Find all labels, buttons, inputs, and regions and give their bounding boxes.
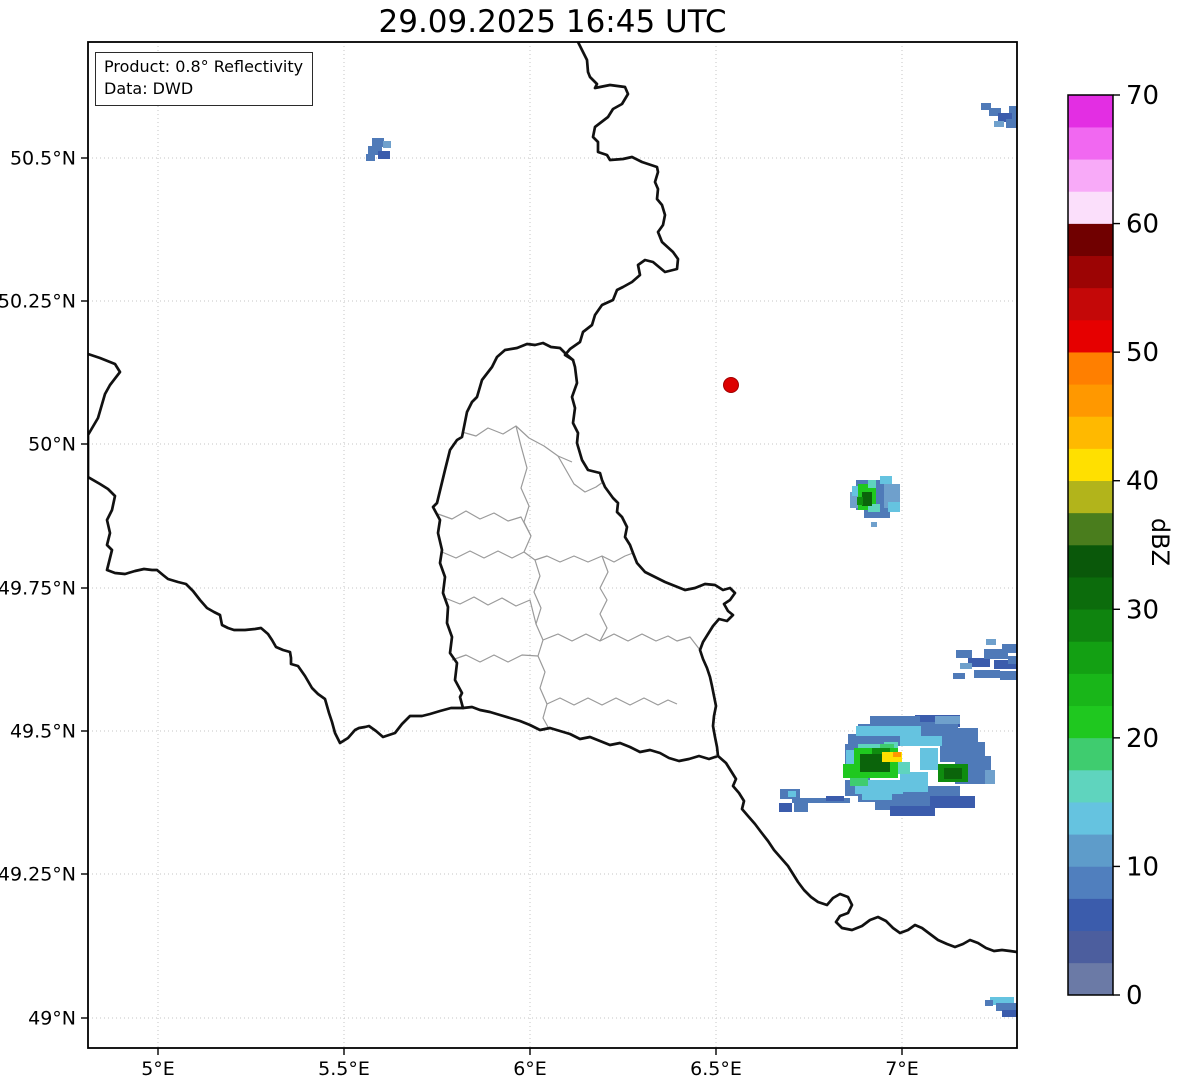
x-tick-label: 6.5°E — [690, 1058, 742, 1080]
radar-figure: 29.09.2025 16:45 UTC Product: 0.8° Refle… — [0, 0, 1202, 1081]
colorbar-segment — [1068, 319, 1113, 353]
radar-echo-cell — [996, 1003, 1017, 1011]
product-info-line2: Data: DWD — [104, 79, 194, 99]
radar-echo-cell — [383, 141, 391, 148]
colorbar-segment — [1068, 801, 1113, 835]
y-tick-label: 49.75°N — [0, 578, 76, 600]
y-tick-label: 49°N — [28, 1008, 76, 1030]
colorbar-segment — [1068, 962, 1113, 996]
radar-echo-cell — [857, 497, 863, 505]
colorbar-segment — [1068, 255, 1113, 289]
colorbar-tick-label: 30 — [1126, 595, 1159, 625]
radar-echo-cell — [930, 796, 975, 808]
radar-echo-cell — [1002, 644, 1017, 653]
radar-echo-cell — [868, 480, 876, 488]
radar-echo-cell — [880, 476, 892, 484]
y-tick-label: 49.25°N — [0, 864, 76, 886]
colorbar-tick-label: 40 — [1126, 467, 1159, 497]
colorbar-segment — [1068, 898, 1113, 932]
colorbar-segment — [1068, 383, 1113, 417]
radar-echo-cell — [862, 792, 892, 800]
radar-echo-cell — [900, 772, 928, 792]
colorbar-segment — [1068, 833, 1113, 867]
colorbar-segment — [1068, 126, 1113, 160]
radar-echo-cell — [985, 770, 995, 784]
colorbar-tick-label: 50 — [1126, 338, 1159, 368]
colorbar-segment — [1068, 158, 1113, 192]
plot-background — [88, 42, 1017, 1048]
y-tick-label: 50.5°N — [10, 148, 76, 170]
colorbar-segment — [1068, 223, 1113, 257]
colorbar-segment — [1068, 641, 1113, 674]
radar-echo-cell — [372, 138, 384, 147]
colorbar-segment — [1068, 576, 1113, 610]
radar-echo-cell — [960, 663, 972, 669]
map-canvas: 5°E 5.5°E 6°E 6.5°E 7°E 50.5°N 50.25°N 50°N 49.7… — [0, 41, 1159, 1080]
colorbar-segment — [1068, 608, 1113, 642]
colorbar-segment — [1068, 416, 1113, 449]
colorbar-segment — [1068, 94, 1113, 128]
radar-echo-cell — [378, 151, 390, 159]
colorbar-segment — [1068, 191, 1113, 224]
colorbar-segment — [1068, 769, 1113, 803]
radar-echo-cell — [985, 1000, 993, 1006]
radar-echo-cell — [871, 522, 877, 527]
radar-echo-cell — [856, 726, 921, 736]
radar-echo-cell — [994, 121, 1004, 127]
radar-echo-cell — [888, 502, 900, 512]
colorbar-segment — [1068, 705, 1113, 739]
x-tick-label: 6°E — [513, 1058, 547, 1080]
radar-echo-cell — [779, 803, 792, 812]
y-tick-label: 50°N — [28, 434, 76, 456]
radar-echo-cell — [956, 650, 972, 658]
colorbar-segment — [1068, 930, 1113, 964]
colorbar-segment — [1068, 351, 1113, 385]
radar-echo-cell — [974, 670, 1000, 678]
colorbar-tick-label: 60 — [1126, 210, 1159, 240]
radar-site-dot — [723, 377, 739, 393]
y-tick-label: 50.25°N — [0, 291, 76, 313]
radar-echo-cell — [826, 796, 844, 801]
y-tick-label: 49.5°N — [10, 721, 76, 743]
colorbar-tick-label: 20 — [1126, 724, 1159, 754]
radar-echo-cell — [1006, 119, 1017, 128]
x-tick-label: 7°E — [885, 1058, 919, 1080]
colorbar-segment — [1068, 737, 1113, 771]
radar-echo-cell — [1008, 656, 1017, 664]
radar-echo-cell — [794, 800, 808, 812]
product-info-box: Product: 0.8° Reflectivity Data: DWD — [95, 52, 314, 107]
radar-echo-cell — [843, 764, 859, 778]
colorbar-segment — [1068, 287, 1113, 321]
radar-echo-cell — [986, 639, 996, 645]
radar-echo-cell — [944, 768, 962, 779]
radar-echo-cell — [1000, 671, 1017, 680]
radar-echo-cell — [920, 748, 938, 770]
radar-echo-cell — [893, 752, 901, 757]
colorbar-segment — [1068, 512, 1113, 546]
radar-echo-cell — [862, 492, 872, 506]
colorbar-tick-label: 10 — [1126, 852, 1159, 882]
x-tick-label: 5.5°E — [318, 1058, 370, 1080]
colorbar-segment — [1068, 544, 1113, 578]
colorbar-segment — [1068, 866, 1113, 899]
colorbar-segment — [1068, 673, 1113, 707]
radar-echo-cell — [900, 736, 942, 746]
x-tick-label: 5°E — [141, 1058, 175, 1080]
radar-echo-cell — [1002, 1010, 1017, 1017]
radar-echo-cell — [935, 716, 960, 724]
radar-echo-cell — [890, 806, 935, 816]
colorbar-segment — [1068, 448, 1113, 482]
colorbar-unit-label: dBZ — [1146, 517, 1175, 567]
colorbar-segment — [1068, 480, 1113, 514]
colorbar-tick-label: 0 — [1126, 981, 1143, 1011]
colorbar-tick-label: 70 — [1126, 81, 1159, 111]
product-info-line1: Product: 0.8° Reflectivity — [104, 57, 304, 76]
radar-echo-cell — [953, 673, 965, 679]
radar-echo-cell — [366, 154, 375, 161]
radar-echo-cell — [788, 791, 796, 797]
